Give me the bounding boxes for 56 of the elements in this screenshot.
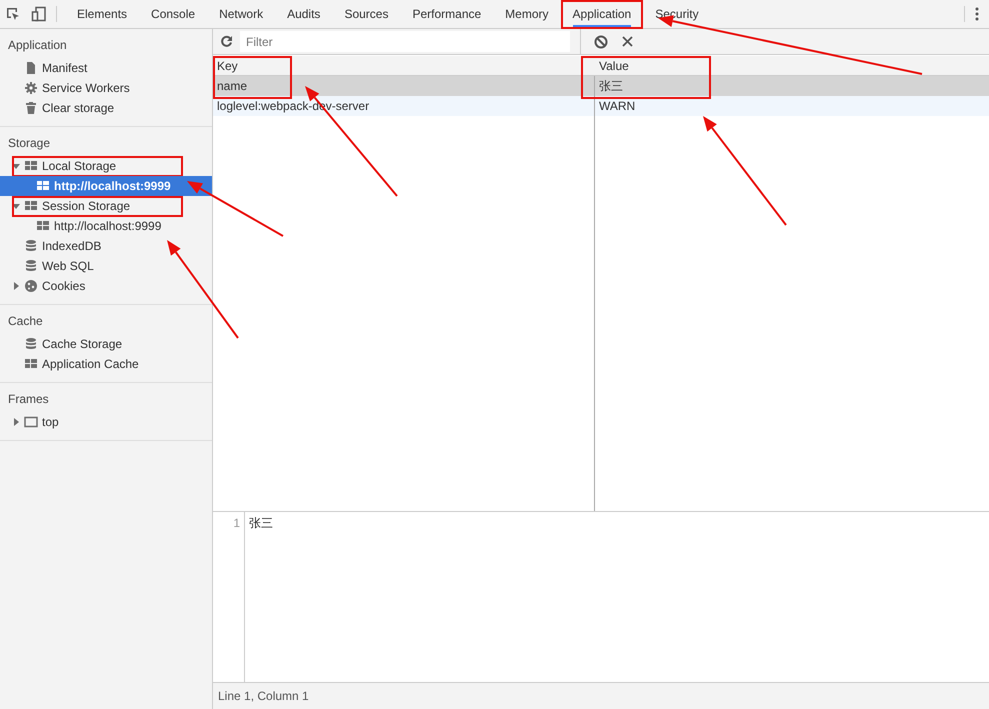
grid-icon: [24, 199, 38, 213]
inspect-icon[interactable]: [5, 6, 21, 22]
collapsed-arrow-icon[interactable]: [12, 282, 20, 290]
database-icon: [24, 259, 38, 273]
close-icon[interactable]: [622, 36, 633, 47]
frame-icon: [24, 415, 38, 429]
grid-icon: [24, 357, 38, 371]
tree-item[interactable]: IndexedDB: [0, 236, 212, 256]
filter-field[interactable]: Filter: [240, 31, 570, 52]
tree-item[interactable]: Manifest: [0, 58, 212, 78]
tree-item[interactable]: Application Cache: [0, 354, 212, 374]
grid-icon: [36, 219, 50, 233]
clear-icon[interactable]: [594, 34, 608, 48]
database-icon: [24, 337, 38, 351]
device-icon[interactable]: [31, 6, 47, 22]
expanded-arrow-icon[interactable]: [12, 162, 20, 170]
trash-icon: [24, 101, 38, 115]
panel-tab[interactable]: Performance: [400, 0, 494, 28]
expanded-arrow-icon[interactable]: [12, 202, 20, 210]
panel-tab[interactable]: Audits: [275, 0, 332, 28]
table-cell: name: [213, 76, 595, 96]
table-cell: WARN: [595, 96, 989, 116]
tree-item[interactable]: http://localhost:9999: [0, 216, 212, 236]
grid-icon: [24, 159, 38, 173]
tree-item[interactable]: Session Storage: [0, 196, 212, 216]
section-title: Frames: [7, 392, 50, 408]
section-title: Application: [7, 38, 68, 54]
panel-tab[interactable]: Elements: [65, 0, 140, 28]
grid-icon: [36, 179, 50, 193]
panel-tab[interactable]: Console: [139, 0, 208, 28]
file-icon: [24, 61, 38, 75]
cookie-icon: [24, 279, 38, 293]
status-bar: Line 1, Column 1: [213, 682, 989, 709]
database-icon: [24, 239, 38, 253]
menu-icon[interactable]: [975, 7, 979, 21]
tree-item[interactable]: http://localhost:9999: [0, 176, 212, 196]
panel-tab[interactable]: Application: [560, 0, 644, 28]
tree-item[interactable]: Cache Storage: [0, 334, 212, 354]
section-title: Storage: [7, 136, 52, 152]
refresh-icon[interactable]: [220, 35, 233, 48]
panel-tab[interactable]: Network: [207, 0, 276, 28]
tree-item[interactable]: top: [0, 412, 212, 432]
section-title: Cache: [7, 314, 44, 330]
panel-tab[interactable]: Sources: [332, 0, 400, 28]
tree-item[interactable]: Web SQL: [0, 256, 212, 276]
column-header[interactable]: Key: [213, 56, 595, 76]
panel-tab[interactable]: Memory: [493, 0, 561, 28]
code-line: 张三: [249, 516, 273, 531]
column-header[interactable]: Value: [595, 56, 989, 76]
line-number: 1: [232, 516, 241, 531]
tree-item[interactable]: Cookies: [0, 276, 212, 296]
collapsed-arrow-icon[interactable]: [12, 418, 20, 426]
tree-item[interactable]: Service Workers: [0, 78, 212, 98]
tree-item[interactable]: Clear storage: [0, 98, 212, 118]
table-cell: 张三: [595, 76, 989, 96]
gear-icon: [24, 81, 38, 95]
